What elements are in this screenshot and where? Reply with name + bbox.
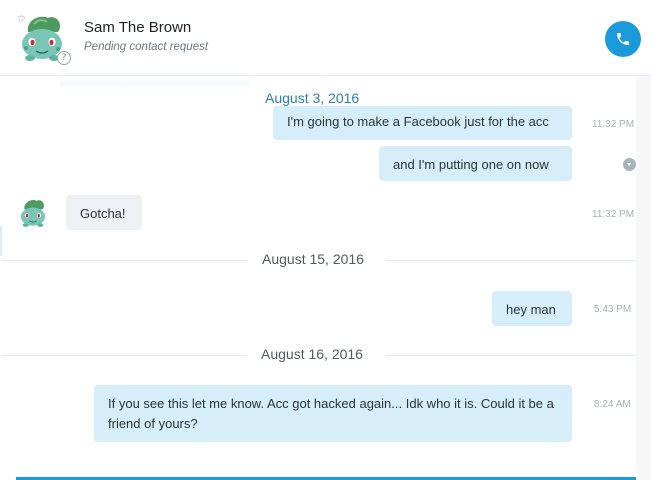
date-label: August 16, 2016 (247, 346, 377, 362)
divider-line (2, 355, 247, 356)
message-bubble-outgoing[interactable]: hey man (492, 291, 572, 326)
date-label: August 3, 2016 (251, 90, 374, 106)
date-divider: August 15, 2016 (0, 251, 636, 271)
date-label: August 15, 2016 (248, 251, 378, 267)
phone-icon (617, 33, 629, 45)
message-bubble-outgoing[interactable]: If you see this let me know. Acc got hac… (94, 385, 572, 442)
message-bubble-outgoing[interactable]: and I'm putting one on now (379, 146, 572, 181)
message-text: I'm going to make a Facebook just for th… (287, 114, 549, 129)
call-button[interactable] (605, 21, 641, 57)
message-bubble-outgoing[interactable]: I'm going to make a Facebook just for th… (273, 106, 572, 140)
divider-line (386, 355, 636, 356)
favorite-star-icon[interactable]: ✩ (17, 12, 26, 25)
message-time: 8:24 AM (594, 399, 631, 410)
contact-name[interactable]: Sam The Brown (84, 19, 191, 36)
chat-window: ✩ ? Sam The Brown Pending contact reques… (0, 0, 651, 480)
divider-line (386, 260, 636, 261)
sender-avatar[interactable] (16, 196, 50, 230)
message-text: If you see this let me know. Acc got hac… (108, 396, 554, 431)
message-status-icon[interactable] (623, 158, 636, 171)
date-divider: August 16, 2016 (0, 346, 636, 366)
message-time: 11:32 PM (592, 119, 635, 130)
conversation-pane[interactable]: August 3, 2016 I'm going to make a Faceb… (0, 76, 651, 480)
scrolled-message-fade (60, 76, 250, 90)
message-time: 11:32 PM (592, 209, 635, 220)
message-time: 5:43 PM (594, 304, 632, 315)
message-text: Gotcha! (80, 206, 126, 221)
contact-status: Pending contact request (84, 41, 209, 53)
scrollbar-track[interactable] (636, 76, 651, 480)
presence-status-icon: ? (57, 51, 71, 65)
chat-header: ✩ ? Sam The Brown Pending contact reques… (0, 0, 651, 76)
divider-line (2, 260, 248, 261)
message-bubble-incoming[interactable]: Gotcha! (66, 195, 142, 230)
message-text: and I'm putting one on now (393, 157, 549, 172)
message-text: hey man (506, 302, 556, 317)
